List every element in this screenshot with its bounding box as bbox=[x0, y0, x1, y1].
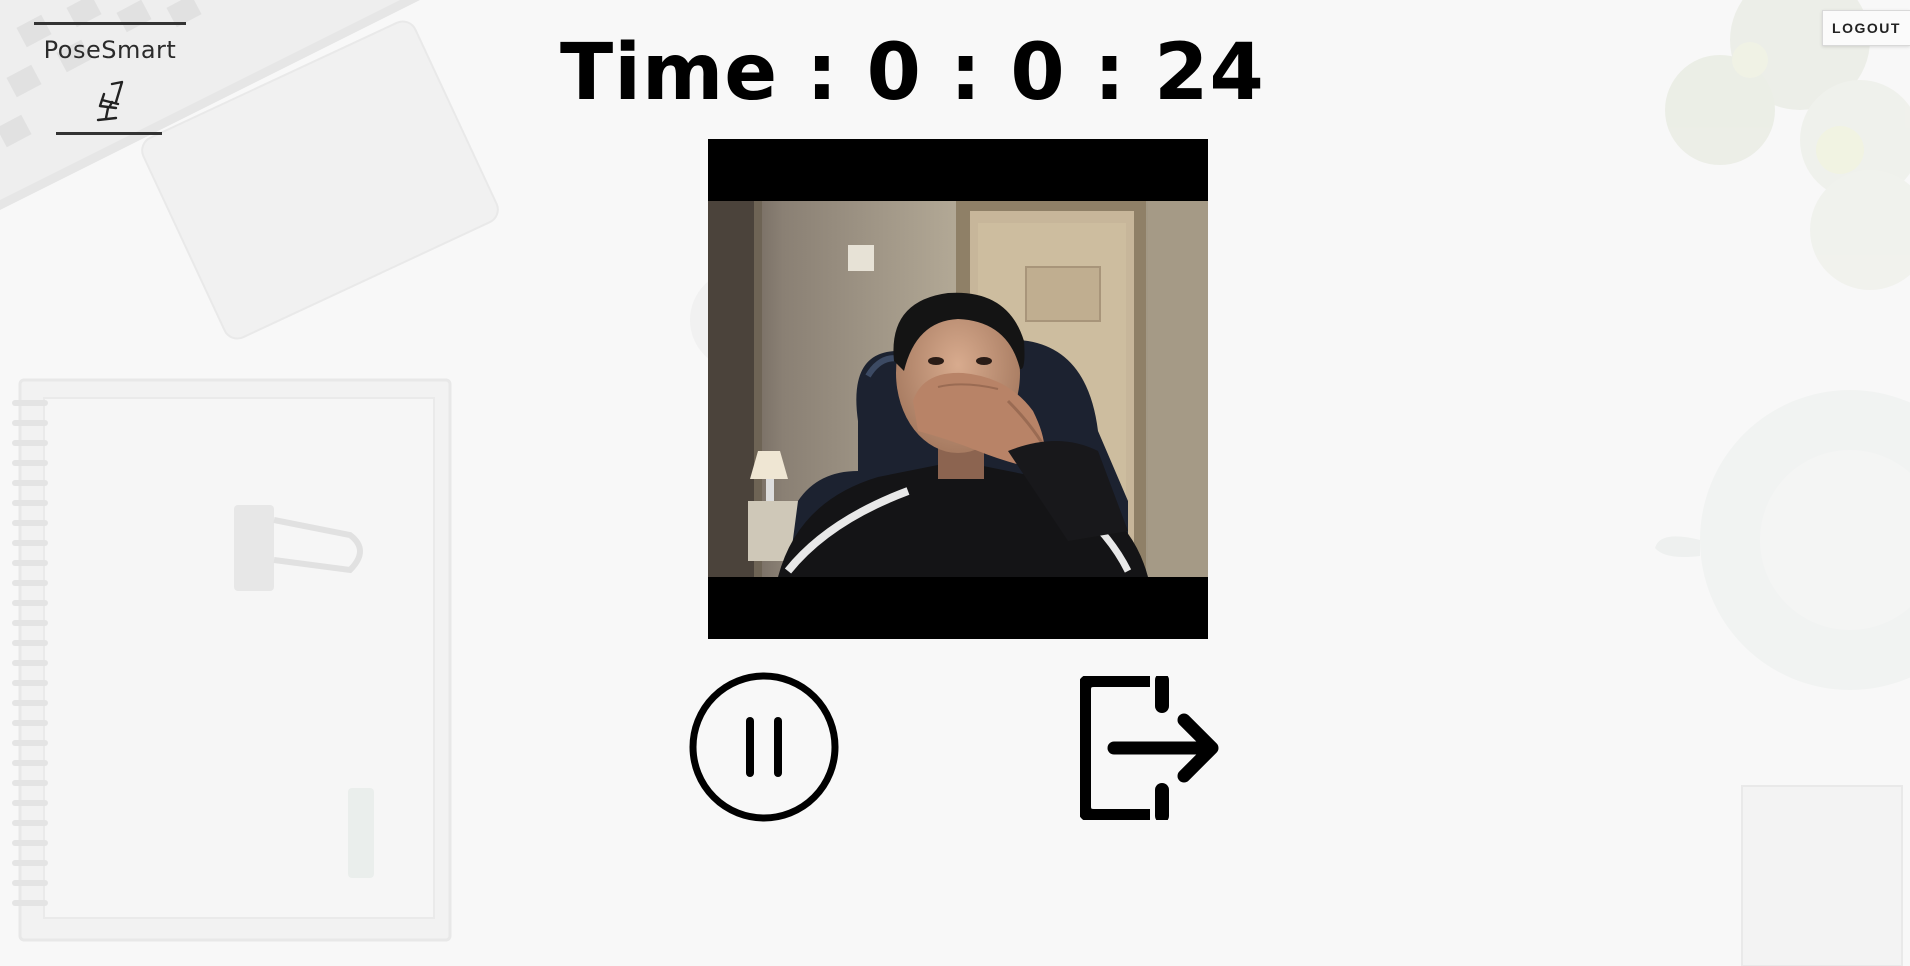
logo-rule-top bbox=[34, 22, 186, 25]
timer-display: Time : 0 : 0 : 24 bbox=[560, 28, 1265, 118]
logo-rule-bottom bbox=[56, 132, 162, 135]
logo-text: PoseSmart bbox=[43, 36, 177, 64]
exit-button[interactable] bbox=[1077, 673, 1224, 823]
logout-button[interactable]: LOGOUT bbox=[1822, 10, 1910, 46]
webcam-image bbox=[708, 201, 1208, 577]
app-logo[interactable]: PoseSmart bbox=[34, 22, 186, 138]
webcam-feed bbox=[708, 201, 1208, 577]
exit-icon bbox=[1077, 673, 1219, 823]
video-frame bbox=[708, 139, 1208, 639]
app-root: PoseSmart LOGOUT Time : 0 : 0 : 24 bbox=[0, 0, 1910, 966]
pause-icon bbox=[689, 672, 839, 822]
chair-icon bbox=[96, 80, 124, 122]
pause-button[interactable] bbox=[688, 671, 840, 823]
session-timer: Time : 0 : 0 : 24 bbox=[560, 28, 1360, 118]
